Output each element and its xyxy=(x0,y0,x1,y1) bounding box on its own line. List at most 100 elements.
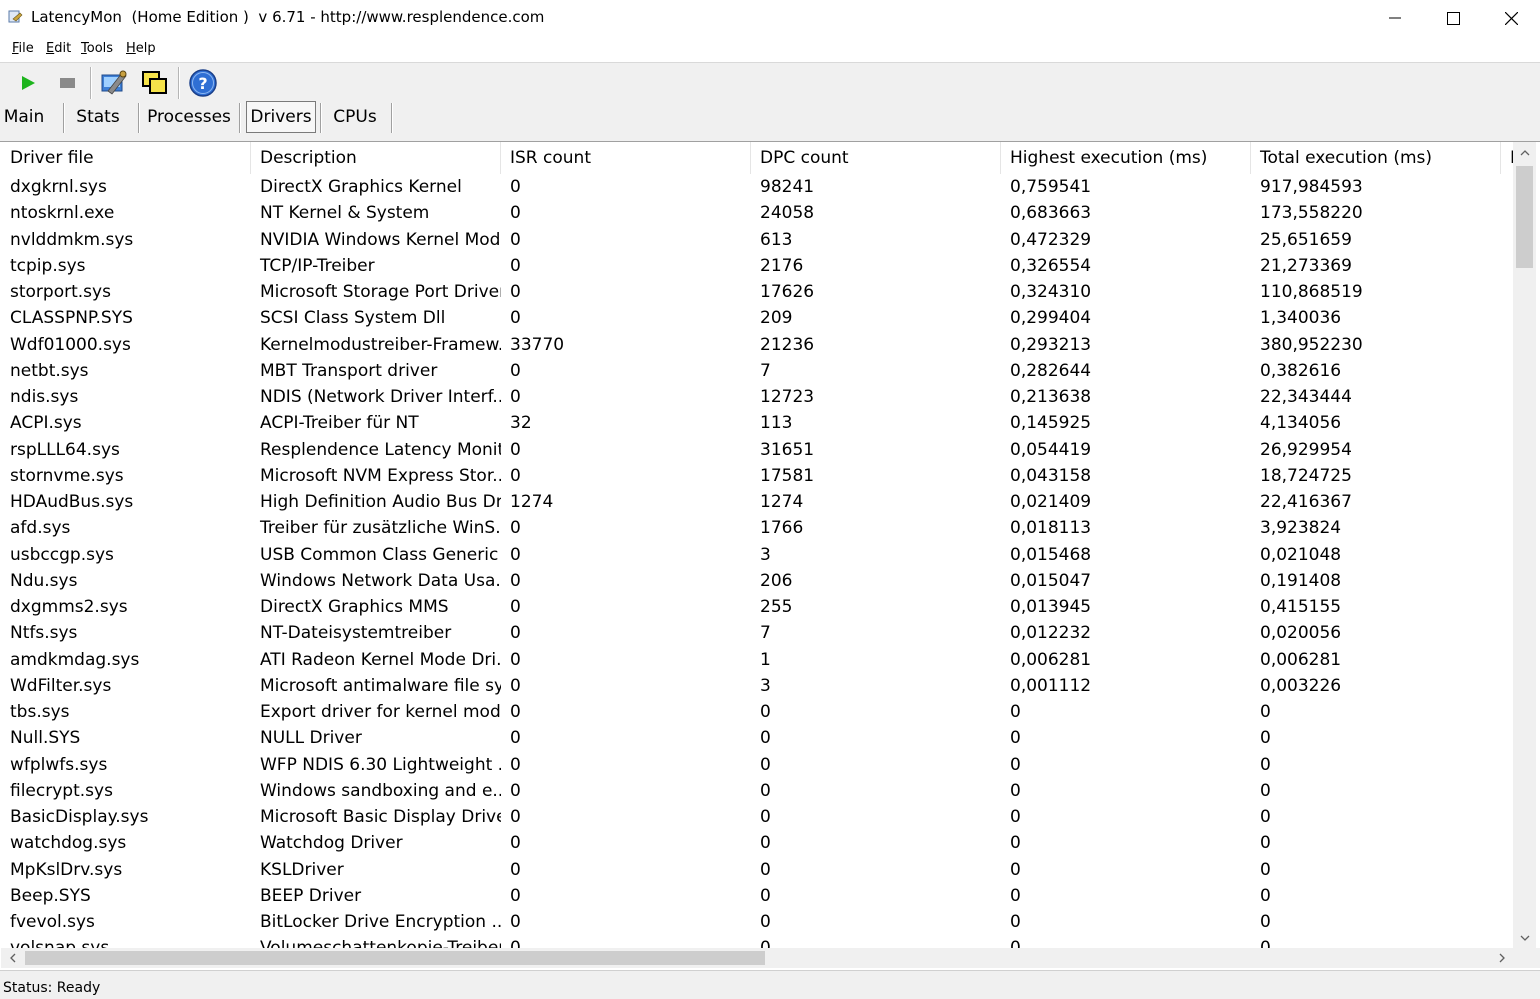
table-row[interactable]: ndis.sys NDIS (Network Driver Interf... 0 1… xyxy=(1,384,1513,410)
table-cell: 12723 xyxy=(760,387,815,407)
table-row[interactable]: ntoskrnl.exe NT Kernel & System 0 24058 0,68… xyxy=(1,200,1513,226)
table-cell: Export driver for kernel mod... xyxy=(260,702,501,722)
stop-button[interactable] xyxy=(52,67,82,99)
table-cell: Treiber für zusätzliche WinS... xyxy=(260,518,501,539)
table-row[interactable]: usbccgp.sys USB Common Class Generic ... 0… xyxy=(1,542,1513,568)
table-cell: BEEP Driver xyxy=(260,885,362,906)
column-header-dpc-count[interactable]: DPC count xyxy=(751,142,1001,174)
toolbar-separator xyxy=(178,67,180,99)
table-row[interactable]: BasicDisplay.sys Microsoft Basic Display … xyxy=(1,804,1513,830)
table-cell: 0 xyxy=(1251,935,1501,948)
table-cell: 0,006281 xyxy=(1010,649,1092,670)
table-cell: 0,003226 xyxy=(1260,675,1342,696)
menu-file[interactable]: File xyxy=(12,41,34,56)
tab-stats[interactable]: Stats xyxy=(68,101,128,133)
table-cell-clipped xyxy=(1501,358,1513,384)
column-header-total-execution[interactable]: Total execution (ms) xyxy=(1251,142,1501,174)
horizontal-scroll-thumb[interactable] xyxy=(25,951,765,965)
table-row[interactable]: stornvme.sys Microsoft NVM Express Stor..… xyxy=(1,463,1513,489)
table-row[interactable]: fvevol.sys BitLocker Drive Encryption ...… xyxy=(1,909,1513,935)
tab-processes[interactable]: Processes xyxy=(143,101,235,133)
table-row[interactable]: tbs.sys Export driver for kernel mod... 0 0… xyxy=(1,699,1513,725)
maximize-icon xyxy=(1446,11,1460,25)
table-row[interactable]: filecrypt.sys Windows sandboxing and e...… xyxy=(1,778,1513,804)
table-cell: 0 xyxy=(501,935,751,948)
table-cell: 613 xyxy=(760,229,793,250)
column-header-next[interactable]: I xyxy=(1501,142,1513,174)
toolbar: ? xyxy=(0,63,1540,103)
table-cell: 32 xyxy=(510,413,532,434)
tab-separator xyxy=(63,103,65,133)
table-row[interactable]: WdFilter.sys Microsoft antimalware file s… xyxy=(1,673,1513,699)
table-row[interactable]: Null.SYS NULL Driver 0 0 0 0 xyxy=(1,725,1513,751)
windows-button[interactable] xyxy=(139,67,169,99)
table-cell: 0 xyxy=(510,570,521,591)
table-row[interactable]: Ntfs.sys NT-Dateisystemtreiber 0 7 0,012232 0… xyxy=(1,620,1513,646)
table-cell: 0 xyxy=(760,833,771,854)
tab-cpus[interactable]: CPUs xyxy=(325,101,385,133)
table-cell: nvlddmkm.sys xyxy=(10,229,134,250)
start-button[interactable] xyxy=(13,67,43,99)
tab-main[interactable]: Main xyxy=(0,101,48,133)
column-header-description[interactable]: Description xyxy=(251,142,501,174)
table-row[interactable]: ACPI.sys ACPI-Treiber für NT 32 113 0,145925… xyxy=(1,410,1513,436)
table-row[interactable]: CLASSPNP.SYS SCSI Class System Dll 0 209 0,2… xyxy=(1,305,1513,331)
scroll-left-button[interactable] xyxy=(1,948,23,968)
table-cell: 0,015468 xyxy=(1010,544,1092,565)
table-row[interactable]: storport.sys Microsoft Storage Port Drive… xyxy=(1,279,1513,305)
table-cell: 0 xyxy=(1010,780,1021,801)
table-cell: Wdf01000.sys xyxy=(10,334,131,355)
close-button[interactable] xyxy=(1482,0,1540,36)
table-row[interactable]: nvlddmkm.sys NVIDIA Windows Kernel Mod...… xyxy=(1,227,1513,253)
table-cell: 0,021048 xyxy=(1260,544,1342,565)
table-cell: High Definition Audio Bus Dri... xyxy=(260,492,501,512)
table-cell: 0 xyxy=(1260,885,1271,906)
table-row[interactable]: volsnap.sysVolumeschattenkopie-Treiber00… xyxy=(1,935,1513,948)
table-row[interactable]: rspLLL64.sys Resplendence Latency Monit..… xyxy=(1,437,1513,463)
table-row[interactable]: watchdog.sys Watchdog Driver 0 0 0 0 xyxy=(1,830,1513,856)
menu-help[interactable]: Help xyxy=(126,41,156,56)
tools-button[interactable] xyxy=(99,67,129,99)
table-row[interactable]: dxgkrnl.sys DirectX Graphics Kernel 0 98241… xyxy=(1,174,1513,200)
table-cell: 3,923824 xyxy=(1260,518,1342,539)
table-cell-clipped xyxy=(1501,647,1513,673)
menu-tools[interactable]: Tools xyxy=(81,41,113,56)
table-row[interactable]: afd.sys Treiber für zusätzliche WinS... 0 1… xyxy=(1,515,1513,541)
table-row[interactable]: Wdf01000.sys Kernelmodustreiber-Framew...… xyxy=(1,332,1513,358)
horizontal-scrollbar[interactable] xyxy=(1,948,1513,968)
table-cell: 0,472329 xyxy=(1010,229,1092,250)
tab-drivers[interactable]: Drivers xyxy=(246,101,316,133)
table-row[interactable]: amdkmdag.sys ATI Radeon Kernel Mode Dri..… xyxy=(1,647,1513,673)
scroll-down-button[interactable] xyxy=(1513,928,1536,948)
table-cell-clipped xyxy=(1501,830,1513,856)
minimize-button[interactable] xyxy=(1366,0,1424,36)
table-row[interactable]: wfplwfs.sys WFP NDIS 6.30 Lightweight ...… xyxy=(1,752,1513,778)
column-header-highest-execution[interactable]: Highest execution (ms) xyxy=(1001,142,1251,174)
vertical-scrollbar[interactable] xyxy=(1513,142,1536,948)
table-row[interactable]: tcpip.sys TCP/IP-Treiber 0 2176 0,326554 21,2… xyxy=(1,253,1513,279)
table-cell: Volumeschattenkopie-Treiber xyxy=(251,935,501,948)
table-cell: 0 xyxy=(510,229,521,250)
maximize-button[interactable] xyxy=(1424,0,1482,36)
column-header-driver-file[interactable]: Driver file xyxy=(1,142,251,174)
table-row[interactable]: dxgmms2.sys DirectX Graphics MMS 0 255 0,013… xyxy=(1,594,1513,620)
table-row[interactable]: MpKslDrv.sys KSLDriver 0 0 0 0 xyxy=(1,857,1513,883)
table-row[interactable]: Ndu.sys Windows Network Data Usa... 0 206 0,… xyxy=(1,568,1513,594)
table-cell: tbs.sys xyxy=(10,702,70,722)
vertical-scroll-thumb[interactable] xyxy=(1516,166,1533,268)
scroll-up-button[interactable] xyxy=(1513,142,1536,162)
table-row[interactable]: netbt.sys MBT Transport driver 0 7 0,282644 0… xyxy=(1,358,1513,384)
chevron-right-icon xyxy=(1499,953,1505,963)
scroll-right-button[interactable] xyxy=(1491,948,1513,968)
table-cell: 1274 xyxy=(510,492,554,512)
tab-main-label: Main xyxy=(3,107,45,127)
column-header-isr-count[interactable]: ISR count xyxy=(501,142,751,174)
table-cell-clipped xyxy=(1501,279,1513,305)
table-cell-clipped xyxy=(1501,384,1513,410)
table-row[interactable]: Beep.SYS BEEP Driver 0 0 0 0 xyxy=(1,883,1513,909)
help-button[interactable]: ? xyxy=(188,67,218,99)
table-row[interactable]: HDAudBus.sys High Definition Audio Bus Dr… xyxy=(1,489,1513,515)
table-cell-clipped xyxy=(1501,463,1513,489)
menu-edit[interactable]: Edit xyxy=(46,41,71,56)
table-cell: 22,343444 xyxy=(1260,387,1352,407)
